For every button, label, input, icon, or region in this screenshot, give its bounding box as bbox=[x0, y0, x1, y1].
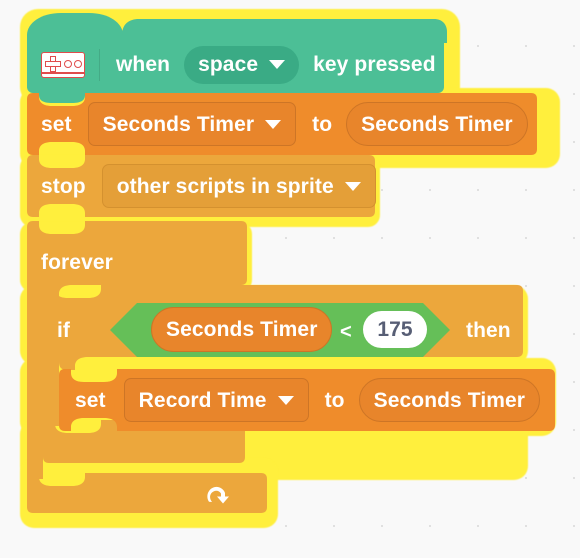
forever-label: forever bbox=[41, 251, 113, 274]
chevron-down-icon bbox=[277, 395, 294, 405]
loop-arrow-icon bbox=[207, 486, 229, 504]
to-label: to bbox=[312, 112, 333, 136]
right-operand-value: 175 bbox=[377, 318, 413, 341]
chevron-down-icon bbox=[344, 181, 361, 191]
chevron-down-icon bbox=[269, 60, 286, 69]
block-workspace[interactable]: when space key pressed set Seconds Timer… bbox=[0, 0, 580, 558]
right-operand-input[interactable]: 175 bbox=[363, 311, 427, 348]
stop-label: stop bbox=[41, 174, 86, 198]
chevron-down-icon bbox=[265, 119, 282, 129]
icon-divider bbox=[99, 48, 100, 81]
set-record-label: set bbox=[75, 388, 106, 412]
left-operand-label: Seconds Timer bbox=[166, 318, 318, 341]
record-to-label: to bbox=[324, 388, 345, 412]
value-reporter-label: Seconds Timer bbox=[361, 112, 513, 136]
if-label: if bbox=[57, 319, 71, 342]
variable-dropdown-value: Seconds Timer bbox=[102, 112, 255, 136]
left-operand-reporter[interactable]: Seconds Timer bbox=[151, 307, 333, 352]
gamepad-icon bbox=[41, 51, 85, 78]
then-label: then bbox=[466, 319, 511, 342]
when-label: when bbox=[116, 53, 171, 76]
value-reporter-slot[interactable]: Seconds Timer bbox=[346, 102, 528, 146]
key-dropdown[interactable]: space bbox=[184, 45, 300, 84]
key-pressed-label: key pressed bbox=[313, 53, 436, 76]
key-dropdown-value: space bbox=[198, 53, 259, 76]
stop-target-dropdown[interactable]: other scripts in sprite bbox=[101, 164, 376, 208]
stop-target-value: other scripts in sprite bbox=[116, 174, 334, 198]
record-variable-dropdown[interactable]: Record Time bbox=[123, 378, 309, 422]
operator-symbol: < bbox=[340, 321, 352, 343]
record-variable-value: Record Time bbox=[138, 388, 267, 412]
variable-dropdown[interactable]: Seconds Timer bbox=[87, 102, 297, 146]
set-label: set bbox=[41, 112, 72, 136]
record-value-reporter[interactable]: Seconds Timer bbox=[358, 378, 541, 422]
record-value-label: Seconds Timer bbox=[373, 388, 526, 412]
